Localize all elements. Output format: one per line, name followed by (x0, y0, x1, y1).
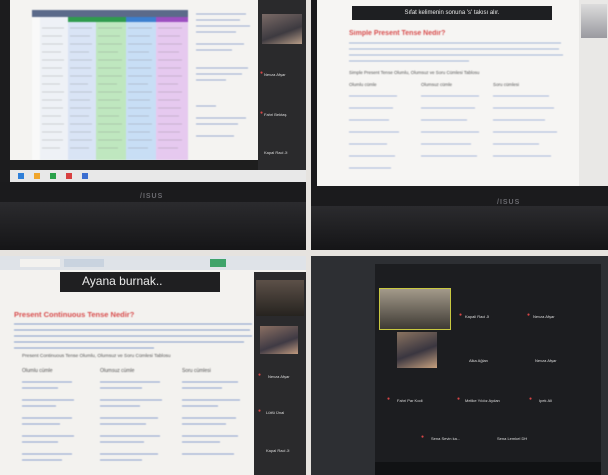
muted-mic-icon: ● (527, 312, 531, 318)
participant-name: Kapal Raci Ji (264, 150, 288, 155)
banner: Sıfat kelimenin sonuna 's' takısı alır. (352, 6, 552, 20)
table-heading: Simple Present Tense Olumlu, Olumsuz ve … (349, 70, 480, 75)
participant-video (581, 4, 607, 38)
tense-table: Olumlu cümle Olumsuz cümle Soru cümlesi (349, 82, 564, 174)
browser-tabbar (0, 256, 306, 270)
participant-name: Kapal Raci Ji (266, 448, 290, 453)
muted-mic-icon: ● (258, 408, 262, 414)
laptop-brand: /ISUS (140, 193, 164, 200)
laptop-keyboard (0, 202, 306, 250)
participant-video (260, 326, 298, 354)
collage-divider-horizontal (0, 250, 608, 256)
participant-name: Melike Yıldız Aydan (465, 398, 500, 403)
laptop-brand: /ISUS (497, 199, 521, 206)
page-title: Ayana burnak.. (82, 274, 163, 288)
page-heading: Present Continuous Tense Nedir? (14, 310, 135, 319)
column-header: Soru cümlesi (493, 82, 520, 87)
page-title-banner: Ayana burnak.. (60, 272, 220, 292)
participant-name: Kapali Raci Ji (465, 314, 490, 319)
tense-table: Olumlu cümle Olumsuz cümle Soru cümlesi (22, 368, 254, 472)
participant-video (397, 332, 437, 368)
taskbar (10, 170, 306, 182)
column-header: Olumlu cümle (349, 82, 377, 87)
zoom-gallery: Kapali Raci Ji Nevza Afşar Alka Ağlan Ne… (375, 264, 601, 464)
laptop-screen: Nevza Afşar Fahri Bektaş Kapal Raci Ji ●… (10, 0, 306, 182)
caption-bar (10, 160, 258, 170)
zoom-sidebar: Nevza Afşar Fahri Bektaş Kapal Raci Ji ●… (258, 0, 306, 182)
photo-collage: Nevza Afşar Fahri Bektaş Kapal Raci Ji ●… (0, 0, 608, 475)
participant-name: Nevza Afşar (268, 374, 290, 379)
participant-name: Fahri Bektaş (264, 112, 287, 117)
muted-mic-icon: ● (387, 396, 391, 402)
zoom-sidebar (579, 0, 608, 186)
participant-name: Nevza Afşar (264, 72, 286, 77)
panel-top-right: Sıfat kelimenin sonuna 's' takısı alır. … (311, 0, 608, 250)
muted-mic-icon: ● (421, 434, 425, 440)
page-heading: Simple Present Tense Nedir? (349, 30, 446, 37)
column-header: Olumsuz cümle (421, 82, 453, 87)
muted-mic-icon: ● (260, 110, 264, 116)
table-header: Olumlu cümle Olumsuz cümle Soru cümlesi (349, 82, 564, 87)
laptop-bezel (311, 186, 608, 206)
participant-name: Ipek Ali (539, 398, 552, 403)
participant-name: Sena Lemkel DH (497, 436, 528, 441)
laptop-screen: Sıfat kelimenin sonuna 's' takısı alır. … (317, 0, 608, 186)
muted-mic-icon: ● (457, 396, 461, 402)
participant-video (379, 288, 451, 330)
column-header: Olumlu cümle (22, 368, 53, 374)
table-header: Olumlu cümle Olumsuz cümle Soru cümlesi (22, 368, 254, 374)
participant-name: Lütfü Ünal (266, 410, 285, 415)
zoom-sidebar: Nevza Afşar Lütfü Ünal Kapal Raci Ji ● ● (254, 272, 306, 475)
muted-mic-icon: ● (529, 396, 533, 402)
muted-mic-icon: ● (258, 372, 262, 378)
participant-name: Alka Ağlan (469, 358, 488, 363)
column-header: Olumsuz cümle (100, 368, 135, 374)
muted-mic-icon: ● (260, 70, 264, 76)
spreadsheet (32, 10, 188, 160)
panel-bottom-left: Ayana burnak.. Present Continuous Tense … (0, 256, 306, 475)
participant-video (262, 14, 302, 44)
participant-name: Nevza Afşar (533, 314, 555, 319)
column-header: Soru cümlesi (182, 368, 211, 374)
laptop-keyboard (311, 206, 608, 250)
table-heading: Present Continuous Tense Olumlu, Olumsuz… (22, 354, 171, 359)
panel-bottom-right: Kapali Raci Ji Nevza Afşar Alka Ağlan Ne… (311, 256, 608, 475)
muted-mic-icon: ● (459, 312, 463, 318)
side-text (196, 10, 258, 160)
panel-top-left: Nevza Afşar Fahri Bektaş Kapal Raci Ji ●… (0, 0, 306, 250)
participant-name: Nevza Afşar (535, 358, 557, 363)
participant-name: Sena Sevin ka... (431, 436, 461, 441)
collage-divider-vertical (306, 0, 311, 475)
participant-name: Fahri Par Kodi (397, 398, 423, 403)
zoom-toolbar (375, 462, 601, 475)
participant-video (256, 280, 304, 316)
